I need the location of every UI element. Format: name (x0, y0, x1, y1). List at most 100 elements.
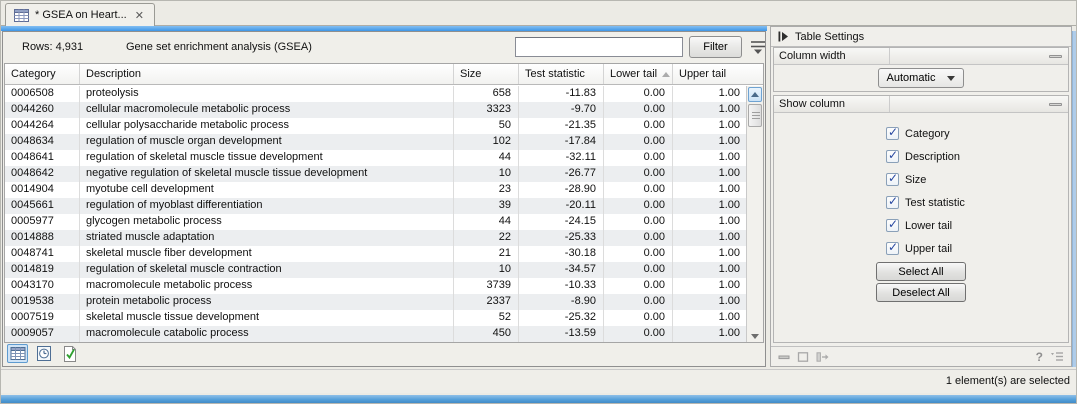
checkbox-label: Size (905, 174, 926, 186)
column-width-group: Column width Automatic (773, 47, 1069, 92)
cell-test_statistic: -21.35 (519, 118, 604, 134)
show-column-option[interactable]: ✓Description (774, 145, 1068, 168)
collapse-section-icon[interactable] (1049, 103, 1062, 106)
checkmark-icon: ✓ (888, 217, 898, 231)
table-body: 0006508proteolysis658-11.830.001.0000442… (5, 86, 748, 342)
tab-close-icon[interactable]: ✕ (133, 9, 146, 22)
cell-lower_tail: 0.00 (604, 278, 673, 294)
cell-upper_tail: 1.00 (673, 182, 748, 198)
sidebar-collapse-icon[interactable] (778, 31, 788, 42)
checkbox-icon[interactable]: ✓ (886, 127, 899, 140)
dock-panel-icon[interactable] (816, 352, 829, 362)
panel-menu-icon[interactable] (1050, 351, 1064, 362)
show-column-body: ✓Category✓Description✓Size✓Test statisti… (774, 113, 1068, 302)
results-table: Category Description Size Test statistic Low… (4, 63, 764, 343)
column-header-test_statistic[interactable]: Test statistic (519, 64, 604, 84)
cell-description: proteolysis (80, 86, 454, 102)
cell-lower_tail: 0.00 (604, 310, 673, 326)
column-header-description[interactable]: Description (80, 64, 454, 84)
cell-description: skeletal muscle fiber development (80, 246, 454, 262)
show-column-checkbox-list: ✓Category✓Description✓Size✓Test statisti… (774, 122, 1068, 260)
show-column-group: Show column ✓Category✓Description✓Size✓T… (773, 95, 1069, 343)
table-row[interactable]: 0007519skeletal muscle tissue developmen… (5, 310, 748, 326)
history-view-icon[interactable] (33, 344, 54, 363)
cell-upper_tail: 1.00 (673, 86, 748, 102)
table-row[interactable]: 0043170macromolecule metabolic process37… (5, 278, 748, 294)
cell-description: skeletal muscle tissue development (80, 310, 454, 326)
table-row[interactable]: 0014819regulation of skeletal muscle con… (5, 262, 748, 278)
column-header-label: Test statistic (525, 68, 585, 80)
thumb-grip (752, 115, 760, 116)
scroll-up-button[interactable] (748, 87, 762, 102)
collapse-section-icon[interactable] (1049, 55, 1062, 58)
cell-description: cellular macromolecule metabolic process (80, 102, 454, 118)
filter-options-expander-icon[interactable] (749, 40, 767, 55)
element-info-view-icon[interactable] (59, 344, 80, 363)
table-row[interactable]: 0006508proteolysis658-11.830.001.00 (5, 86, 748, 102)
cell-description: macromolecule metabolic process (80, 278, 454, 294)
thumb-grip (752, 118, 760, 119)
scrollbar-thumb[interactable] (748, 104, 762, 127)
column-width-header[interactable]: Column width (774, 48, 1068, 65)
cell-size: 50 (454, 118, 519, 134)
cell-upper_tail: 1.00 (673, 198, 748, 214)
minimize-panel-icon[interactable] (778, 352, 790, 362)
cell-size: 3323 (454, 102, 519, 118)
cell-lower_tail: 0.00 (604, 102, 673, 118)
cell-category: 0045661 (5, 198, 80, 214)
filter-button[interactable]: Filter (689, 36, 742, 58)
cell-description: macromolecule catabolic process (80, 326, 454, 342)
cell-size: 44 (454, 214, 519, 230)
show-column-option[interactable]: ✓Upper tail (774, 237, 1068, 260)
select-all-button[interactable]: Select All (876, 262, 966, 281)
cell-lower_tail: 0.00 (604, 214, 673, 230)
column-width-dropdown[interactable]: Automatic (878, 68, 965, 88)
column-header-lower_tail[interactable]: Lower tail (604, 64, 673, 84)
table-row[interactable]: 0048642negative regulation of skeletal m… (5, 166, 748, 182)
cell-test_statistic: -34.57 (519, 262, 604, 278)
show-column-option[interactable]: ✓Test statistic (774, 191, 1068, 214)
show-column-option[interactable]: ✓Lower tail (774, 214, 1068, 237)
table-row[interactable]: 0048641regulation of skeletal muscle tis… (5, 150, 748, 166)
table-row[interactable]: 0014904myotube cell development23-28.900… (5, 182, 748, 198)
table-row[interactable]: 0044260cellular macromolecule metabolic … (5, 102, 748, 118)
table-row[interactable]: 0045661regulation of myoblast differenti… (5, 198, 748, 214)
deselect-all-button[interactable]: Deselect All (876, 283, 966, 302)
cell-lower_tail: 0.00 (604, 134, 673, 150)
show-column-option[interactable]: ✓ Size (774, 168, 1068, 191)
table-row[interactable]: 0044264cellular polysaccharide metabolic… (5, 118, 748, 134)
cell-size: 23 (454, 182, 519, 198)
table-row[interactable]: 0048634regulation of muscle organ develo… (5, 134, 748, 150)
rows-count-label: Rows: 4,931 (22, 32, 83, 63)
filter-search-input[interactable] (515, 37, 683, 57)
checkmark-icon: ✓ (888, 148, 898, 162)
checkbox-icon[interactable]: ✓ (886, 219, 899, 232)
column-header-label: Description (86, 68, 141, 80)
column-header-size[interactable]: Size (454, 64, 519, 84)
checkbox-icon[interactable]: ✓ (886, 150, 899, 163)
table-row[interactable]: 0009057macromolecule catabolic process45… (5, 326, 748, 342)
table-row[interactable]: 0014888striated muscle adaptation22-25.3… (5, 230, 748, 246)
column-header-category[interactable]: Category (5, 64, 80, 84)
help-icon[interactable]: ? (1036, 350, 1043, 364)
panel-edge-strip[interactable] (1072, 31, 1077, 367)
table-view-icon[interactable] (7, 344, 28, 363)
show-column-option[interactable]: ✓Category (774, 122, 1068, 145)
table-row[interactable]: 0048741skeletal muscle fiber development… (5, 246, 748, 262)
cell-test_statistic: -25.33 (519, 230, 604, 246)
checkbox-icon[interactable]: ✓ (886, 196, 899, 209)
show-column-header[interactable]: Show column (774, 96, 1068, 113)
checkbox-icon[interactable]: ✓ (886, 242, 899, 255)
column-header-label: Category (11, 68, 56, 80)
maximize-panel-icon[interactable] (797, 352, 809, 362)
scroll-down-button[interactable] (751, 334, 759, 339)
column-header-upper_tail[interactable]: Upper tail (673, 64, 748, 84)
table-row[interactable]: 0019538protein metabolic process2337-8.9… (5, 294, 748, 310)
tab-gsea-on-heart[interactable]: * GSEA on Heart... ✕ (5, 3, 155, 26)
vertical-scrollbar[interactable] (746, 86, 763, 342)
cell-size: 44 (454, 150, 519, 166)
cell-upper_tail: 1.00 (673, 262, 748, 278)
chevron-down-icon (947, 76, 955, 81)
table-row[interactable]: 0005977glycogen metabolic process44-24.1… (5, 214, 748, 230)
checkbox-icon[interactable]: ✓ (886, 173, 899, 186)
